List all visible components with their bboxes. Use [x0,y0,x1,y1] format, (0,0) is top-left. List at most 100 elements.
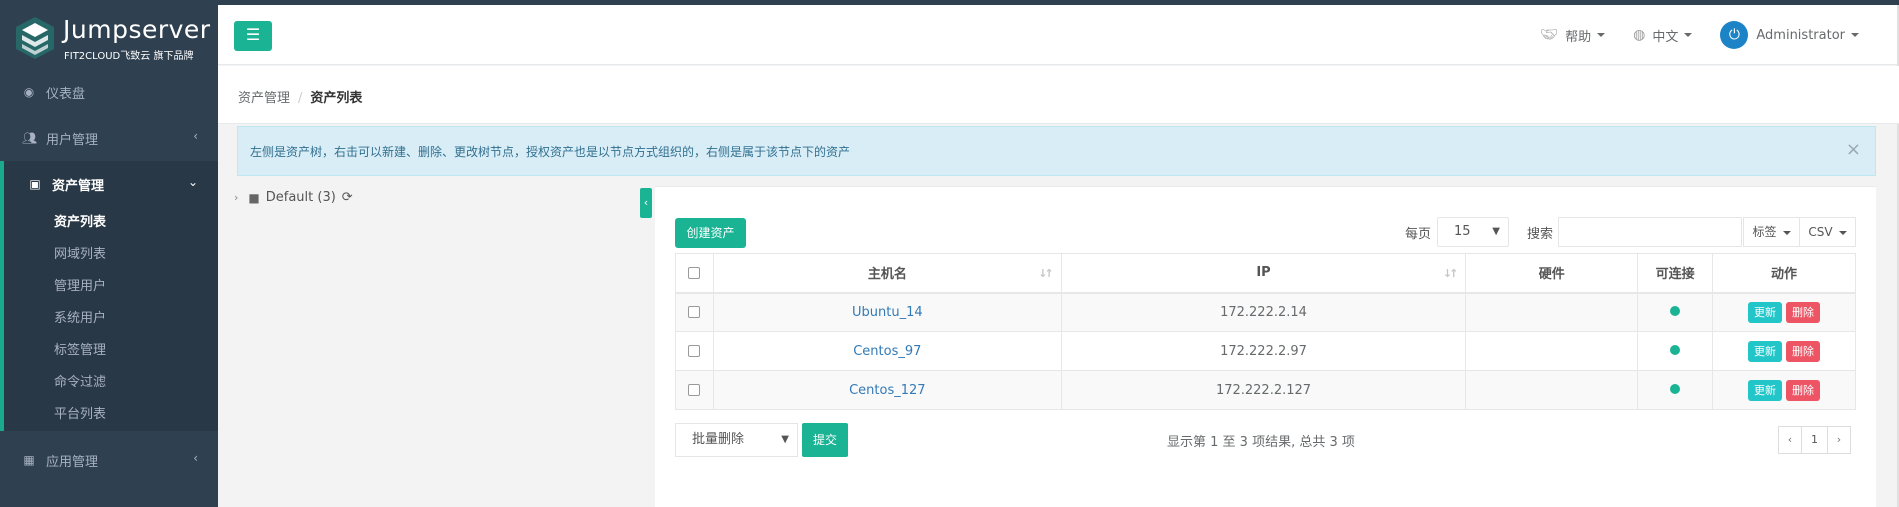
row-checkbox[interactable] [688,306,701,319]
tree-collapse-handle[interactable]: ‹ [640,188,652,218]
status-online-icon [1670,383,1681,394]
hardware-cell [1465,370,1639,410]
caret-down-icon [1851,33,1859,37]
create-asset-button[interactable]: 创建资产 [675,218,746,248]
delete-button[interactable]: 删除 [1786,301,1821,323]
hardware-cell [1465,292,1639,332]
caret-down-icon [1684,33,1693,37]
table-row: Ubuntu_14 172.222.2.14 更新 删除 [675,292,1856,332]
row-select-cell [675,331,714,371]
tag-filter-dropdown[interactable]: 标签 [1743,217,1800,247]
users-icon: 👥︎ [22,131,38,145]
hamburger-icon: ☰ [245,25,261,44]
caret-down-icon: ▼ [1492,226,1500,237]
hardware-cell [1465,331,1639,371]
chevron-right-icon[interactable]: › [234,191,238,204]
sidebar-item-dashboard[interactable]: ◉ 仪表盘 [0,69,218,115]
info-alert: 左侧是资产树，右击可以新建、删除、更改树节点，授权资产也是以节点方式组织的，右侧… [237,126,1876,176]
row-checkbox[interactable] [688,384,701,396]
update-button[interactable]: 更新 [1748,340,1783,362]
table-row: Centos_97 172.222.2.97 更新 删除 [675,331,1856,371]
alert-text: 左侧是资产树，右击可以新建、删除、更改树节点，授权资产也是以节点方式组织的，右侧… [250,145,851,159]
sort-icon: ↓↑ [1442,267,1459,280]
sidebar-item-label: 仪表盘 [46,86,86,102]
column-header-hardware: 硬件 [1465,253,1639,294]
pagination: ‹ 1 › [1778,426,1851,454]
top-navbar: ☰ 🤝︎ 帮助 ◍ 中文 ⏻ Administrator [218,5,1899,65]
update-button[interactable]: 更新 [1748,301,1783,323]
sidebar-subitem-admin-users[interactable]: 管理用户 [4,271,218,303]
top-right-menu: 🤝︎ 帮助 ◍ 中文 ⏻ Administrator [1540,5,1899,65]
connectable-cell [1637,292,1714,332]
refresh-icon[interactable]: ⟳ [342,190,353,205]
sidebar-item-label: 资产管理 [52,178,105,194]
language-dropdown[interactable]: ◍ 中文 [1633,26,1693,45]
chevron-down-icon: ⌄ [187,175,198,189]
sidebar-group-assets: ▣ 资产管理 ⌄ 资产列表 网域列表 管理用户 系统用户 标签管理 命令过滤 平… [0,161,218,431]
caret-down-icon [1597,33,1606,37]
app-subtitle: FIT2CLOUD飞致云 旗下品牌 [64,51,194,62]
sidebar-subitem-command-filters[interactable]: 命令过滤 [4,367,218,399]
sidebar-subitem-asset-list[interactable]: 资产列表 [4,207,218,239]
hostname-link[interactable]: Centos_127 [849,383,925,398]
actions-cell: 更新 删除 [1712,370,1856,410]
asset-tree: › ■ Default (3) ⟳ [218,182,656,507]
csv-export-dropdown[interactable]: CSV [1799,217,1856,247]
delete-button[interactable]: 删除 [1786,340,1821,362]
actions-cell: 更新 删除 [1712,331,1856,371]
row-checkbox[interactable] [688,345,701,357]
row-select-cell [675,292,714,332]
handshake-icon: 🤝︎ [1540,27,1559,43]
update-button[interactable]: 更新 [1748,379,1783,401]
sort-icon: ↓↑ [1038,267,1054,280]
delete-button[interactable]: 删除 [1786,379,1821,401]
inbox-icon: ▣ [29,177,41,191]
close-icon[interactable]: × [1846,139,1861,160]
power-icon: ⏻ [1720,21,1749,49]
ip-cell: 172.222.2.14 [1060,292,1467,332]
menu-toggle-button[interactable]: ☰ [234,21,272,51]
hostname-link[interactable]: Ubuntu_14 [852,305,923,320]
language-label: 中文 [1652,29,1679,45]
select-all-checkbox[interactable] [688,266,701,279]
chevron-left-icon: ‹ [643,196,649,209]
ip-cell: 172.222.2.127 [1060,370,1467,410]
sidebar-subitem-system-users[interactable]: 系统用户 [4,303,218,335]
tag-filter-label: 标签 [1752,225,1777,239]
bulk-action-value: 批量删除 [692,432,745,447]
actions-cell: 更新 删除 [1712,292,1856,332]
page-size-select[interactable]: 15 ▼ [1437,217,1509,247]
jumpserver-logo-icon [16,17,54,59]
sidebar-item-label: 用户管理 [46,132,99,148]
caret-down-icon [1838,230,1847,235]
tree-node-default[interactable]: › ■ Default (3) ⟳ [234,190,353,205]
search-input[interactable] [1558,217,1742,247]
column-header-connectable: 可连接 [1637,253,1714,294]
prev-page-button[interactable]: ‹ [1778,426,1802,454]
sidebar-item-assets[interactable]: ▣ 资产管理 ⌄ [4,161,218,207]
sidebar-subitem-domain-list[interactable]: 网域列表 [4,239,218,271]
chevron-left-icon: ‹ [193,129,198,143]
bulk-action-select[interactable]: 批量删除 ▼ [675,423,798,457]
status-online-icon [1670,305,1681,316]
hostname-link[interactable]: Centos_97 [853,344,921,359]
user-dropdown[interactable]: ⏻ Administrator [1720,21,1859,49]
ip-cell: 172.222.2.97 [1060,331,1467,371]
column-header-hostname[interactable]: 主机名 ↓↑ [712,253,1062,294]
page-button-current[interactable]: 1 [1801,426,1828,454]
sidebar-item-users[interactable]: 👥︎ 用户管理 ‹ [0,115,218,161]
status-online-icon [1670,344,1681,355]
sidebar: Jumpserver FIT2CLOUD飞致云 旗下品牌 ◉ 仪表盘 👥︎ 用户… [0,5,218,507]
chevron-left-icon: ‹ [193,451,198,465]
help-dropdown[interactable]: 🤝︎ 帮助 [1540,26,1606,45]
breadcrumb-parent[interactable]: 资产管理 [238,91,290,106]
sidebar-item-applications[interactable]: ▦ 应用管理 ‹ [0,437,218,483]
connectable-cell [1637,370,1714,410]
column-header-ip[interactable]: IP ↓↑ [1060,253,1467,294]
column-header-label: IP [1256,265,1271,281]
sidebar-subitem-platforms[interactable]: 平台列表 [4,399,218,431]
grid-icon: ▦ [23,453,35,467]
next-page-button[interactable]: › [1827,426,1851,454]
sidebar-subitem-labels[interactable]: 标签管理 [4,335,218,367]
submit-button[interactable]: 提交 [802,423,848,457]
